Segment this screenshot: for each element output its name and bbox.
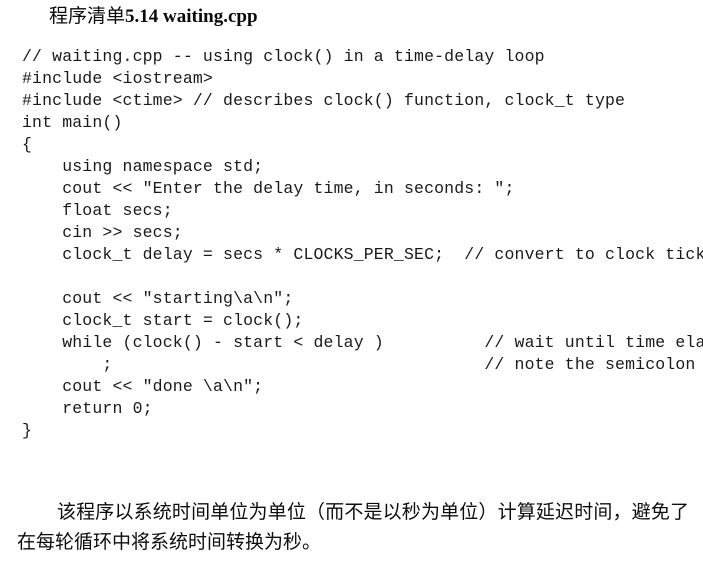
code-line: using namespace std; xyxy=(22,157,264,176)
page-title-latin: 5.14 waiting.cpp xyxy=(125,6,258,27)
code-line: cin >> secs; xyxy=(22,223,183,242)
code-line: cout << "starting\a\n"; xyxy=(22,289,294,308)
code-line: cout << "done \a\n"; xyxy=(22,377,264,396)
code-line: clock_t start = clock(); xyxy=(22,311,304,330)
code-line: // waiting.cpp -- using clock() in a tim… xyxy=(22,47,545,66)
code-line: cout << "Enter the delay time, in second… xyxy=(22,179,515,198)
code-line: #include <ctime> // describes clock() fu… xyxy=(22,91,626,110)
code-line: } xyxy=(22,421,33,440)
page-title: 程序清单5.14 waiting.cpp xyxy=(49,3,258,30)
document-page: 程序清单5.14 waiting.cpp // waiting.cpp -- u… xyxy=(0,0,703,568)
code-line: clock_t delay = secs * CLOCKS_PER_SEC; /… xyxy=(22,245,703,264)
code-line: #include <iostream> xyxy=(22,69,213,88)
code-line: float secs; xyxy=(22,201,173,220)
code-line: while (clock() - start < delay ) // wait… xyxy=(22,333,703,352)
body-paragraph: 该程序以系统时间单位为单位（而不是以秒为单位）计算延迟时间，避免了在每轮循环中将… xyxy=(17,501,689,553)
code-line: ; // note the semicolon xyxy=(22,355,696,374)
code-line: int main() xyxy=(22,113,123,132)
page-title-cjk: 程序清单 xyxy=(49,5,126,27)
code-line: return 0; xyxy=(22,399,153,418)
code-listing: // waiting.cpp -- using clock() in a tim… xyxy=(22,46,703,442)
code-line: { xyxy=(22,135,33,154)
